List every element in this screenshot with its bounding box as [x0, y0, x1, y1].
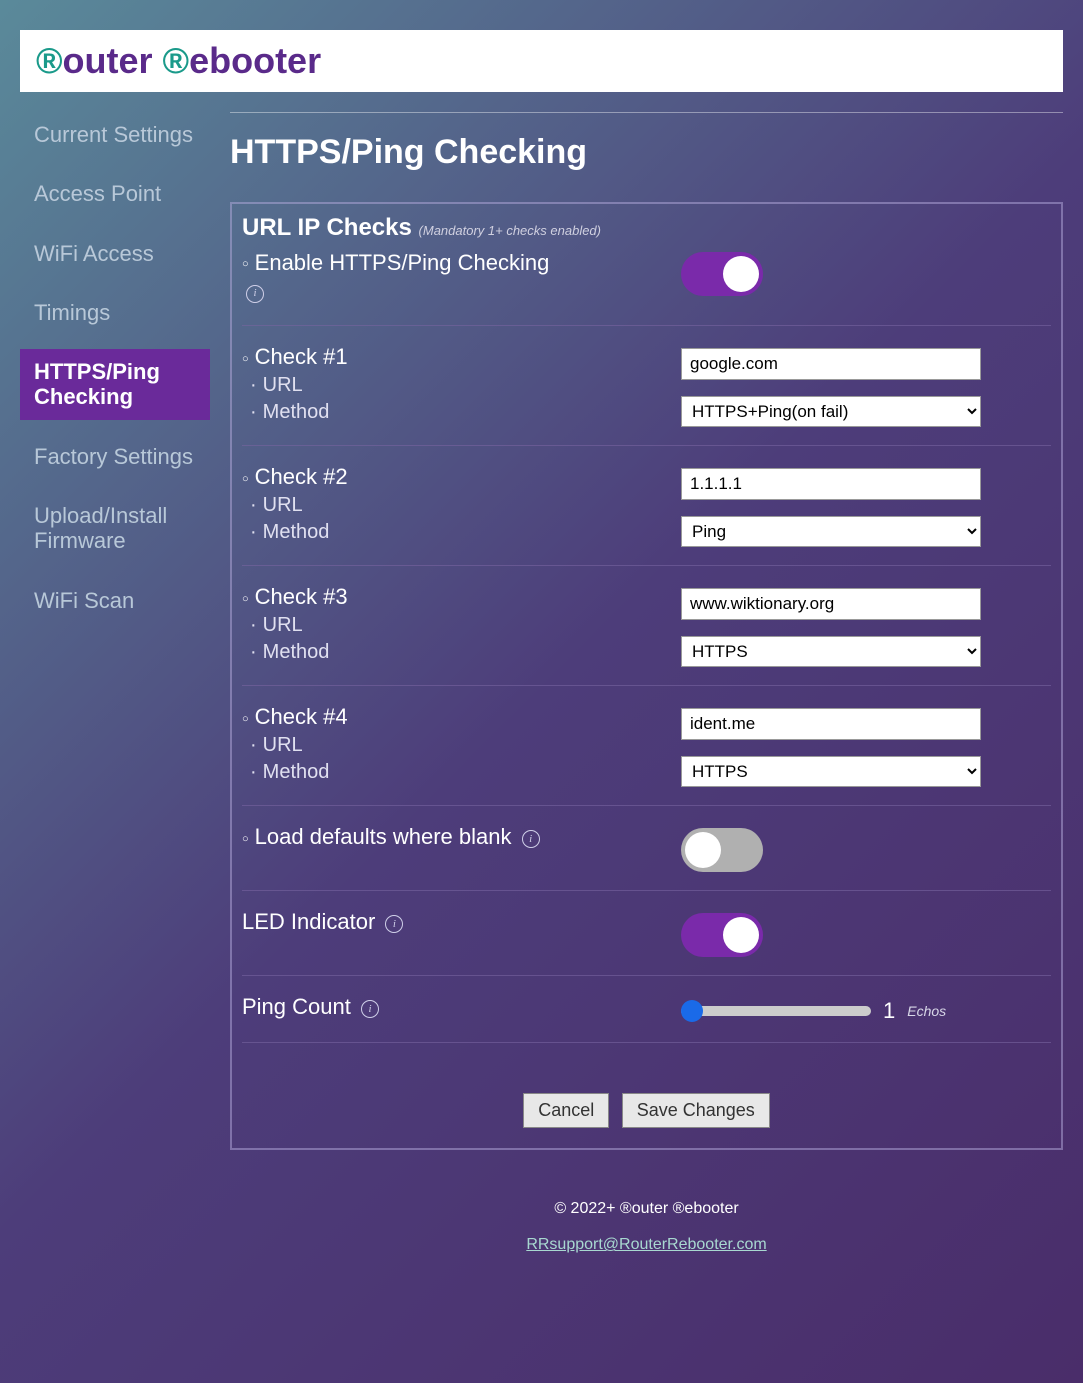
- copyright: © 2022+ ®outer ®ebooter: [230, 1200, 1063, 1218]
- load-defaults-row: ○Load defaults where blank i: [242, 805, 1051, 890]
- check-row-1: ○Check #1·URL·MethodHTTPS+Ping(on fail)P…: [242, 325, 1051, 445]
- settings-panel: URL IP Checks (Mandatory 1+ checks enabl…: [230, 202, 1063, 1150]
- ping-count-label: Ping Count: [242, 994, 351, 1019]
- sidebar-item-current-settings[interactable]: Current Settings: [20, 112, 210, 157]
- enable-label: Enable HTTPS/Ping Checking: [255, 250, 550, 275]
- check-url-input-1[interactable]: [681, 348, 981, 380]
- info-icon[interactable]: i: [246, 285, 264, 303]
- section-hint: (Mandatory 1+ checks enabled): [419, 223, 601, 238]
- top-divider: [230, 112, 1063, 113]
- info-icon[interactable]: i: [522, 830, 540, 848]
- check-title: Check #3: [255, 584, 348, 609]
- app-title: ®outer ®ebooter: [36, 40, 1047, 82]
- ping-count-unit: Echos: [907, 1003, 946, 1019]
- url-label: URL: [263, 734, 303, 756]
- load-defaults-label: Load defaults where blank: [255, 824, 512, 849]
- sidebar-item-wifi-access[interactable]: WiFi Access: [20, 231, 210, 276]
- ping-count-value: 1: [883, 998, 895, 1024]
- cancel-button[interactable]: Cancel: [523, 1093, 609, 1128]
- enable-row: ○Enable HTTPS/Ping Checking i: [242, 242, 1051, 325]
- info-icon[interactable]: i: [385, 915, 403, 933]
- check-row-3: ○Check #3·URL·MethodHTTPS+Ping(on fail)P…: [242, 565, 1051, 685]
- url-label: URL: [263, 374, 303, 396]
- method-label: Method: [263, 641, 330, 663]
- check-title: Check #1: [255, 344, 348, 369]
- method-label: Method: [263, 521, 330, 543]
- url-label: URL: [263, 494, 303, 516]
- sidebar: Current Settings Access Point WiFi Access T…: [20, 112, 210, 1254]
- check-url-input-2[interactable]: [681, 468, 981, 500]
- button-bar: Cancel Save Changes: [242, 1093, 1051, 1128]
- led-row: LED Indicator i: [242, 890, 1051, 975]
- save-button[interactable]: Save Changes: [622, 1093, 770, 1128]
- ping-count-slider[interactable]: [681, 1006, 871, 1016]
- sidebar-item-https-ping-checking[interactable]: HTTPS/Ping Checking: [20, 349, 210, 420]
- footer: © 2022+ ®outer ®ebooter RRsupport@Router…: [230, 1200, 1063, 1254]
- load-defaults-toggle[interactable]: [681, 828, 763, 872]
- page-title: HTTPS/Ping Checking: [230, 133, 1063, 172]
- check-method-select-3[interactable]: HTTPS+Ping(on fail)PingHTTPS: [681, 636, 981, 667]
- url-label: URL: [263, 614, 303, 636]
- method-label: Method: [263, 401, 330, 423]
- support-email-link[interactable]: RRsupport@RouterRebooter.com: [230, 1236, 1063, 1254]
- led-label: LED Indicator: [242, 909, 375, 934]
- check-method-select-1[interactable]: HTTPS+Ping(on fail)PingHTTPS: [681, 396, 981, 427]
- led-toggle[interactable]: [681, 913, 763, 957]
- ping-count-row: Ping Count i 1 Echos: [242, 975, 1051, 1043]
- check-title: Check #2: [255, 464, 348, 489]
- sidebar-item-upload-install-firmware[interactable]: Upload/Install Firmware: [20, 493, 210, 564]
- check-title: Check #4: [255, 704, 348, 729]
- sidebar-item-factory-settings[interactable]: Factory Settings: [20, 434, 210, 479]
- check-method-select-4[interactable]: HTTPS+Ping(on fail)PingHTTPS: [681, 756, 981, 787]
- sidebar-item-timings[interactable]: Timings: [20, 290, 210, 335]
- check-row-2: ○Check #2·URL·MethodHTTPS+Ping(on fail)P…: [242, 445, 1051, 565]
- check-method-select-2[interactable]: HTTPS+Ping(on fail)PingHTTPS: [681, 516, 981, 547]
- section-header: URL IP Checks (Mandatory 1+ checks enabl…: [242, 214, 1051, 242]
- check-url-input-3[interactable]: [681, 588, 981, 620]
- section-title: URL IP Checks: [242, 214, 412, 241]
- method-label: Method: [263, 761, 330, 783]
- check-row-4: ○Check #4·URL·MethodHTTPS+Ping(on fail)P…: [242, 685, 1051, 805]
- app-header: ®outer ®ebooter: [20, 30, 1063, 92]
- check-url-input-4[interactable]: [681, 708, 981, 740]
- info-icon[interactable]: i: [361, 1000, 379, 1018]
- sidebar-item-access-point[interactable]: Access Point: [20, 171, 210, 216]
- enable-toggle[interactable]: [681, 252, 763, 296]
- sidebar-item-wifi-scan[interactable]: WiFi Scan: [20, 578, 210, 623]
